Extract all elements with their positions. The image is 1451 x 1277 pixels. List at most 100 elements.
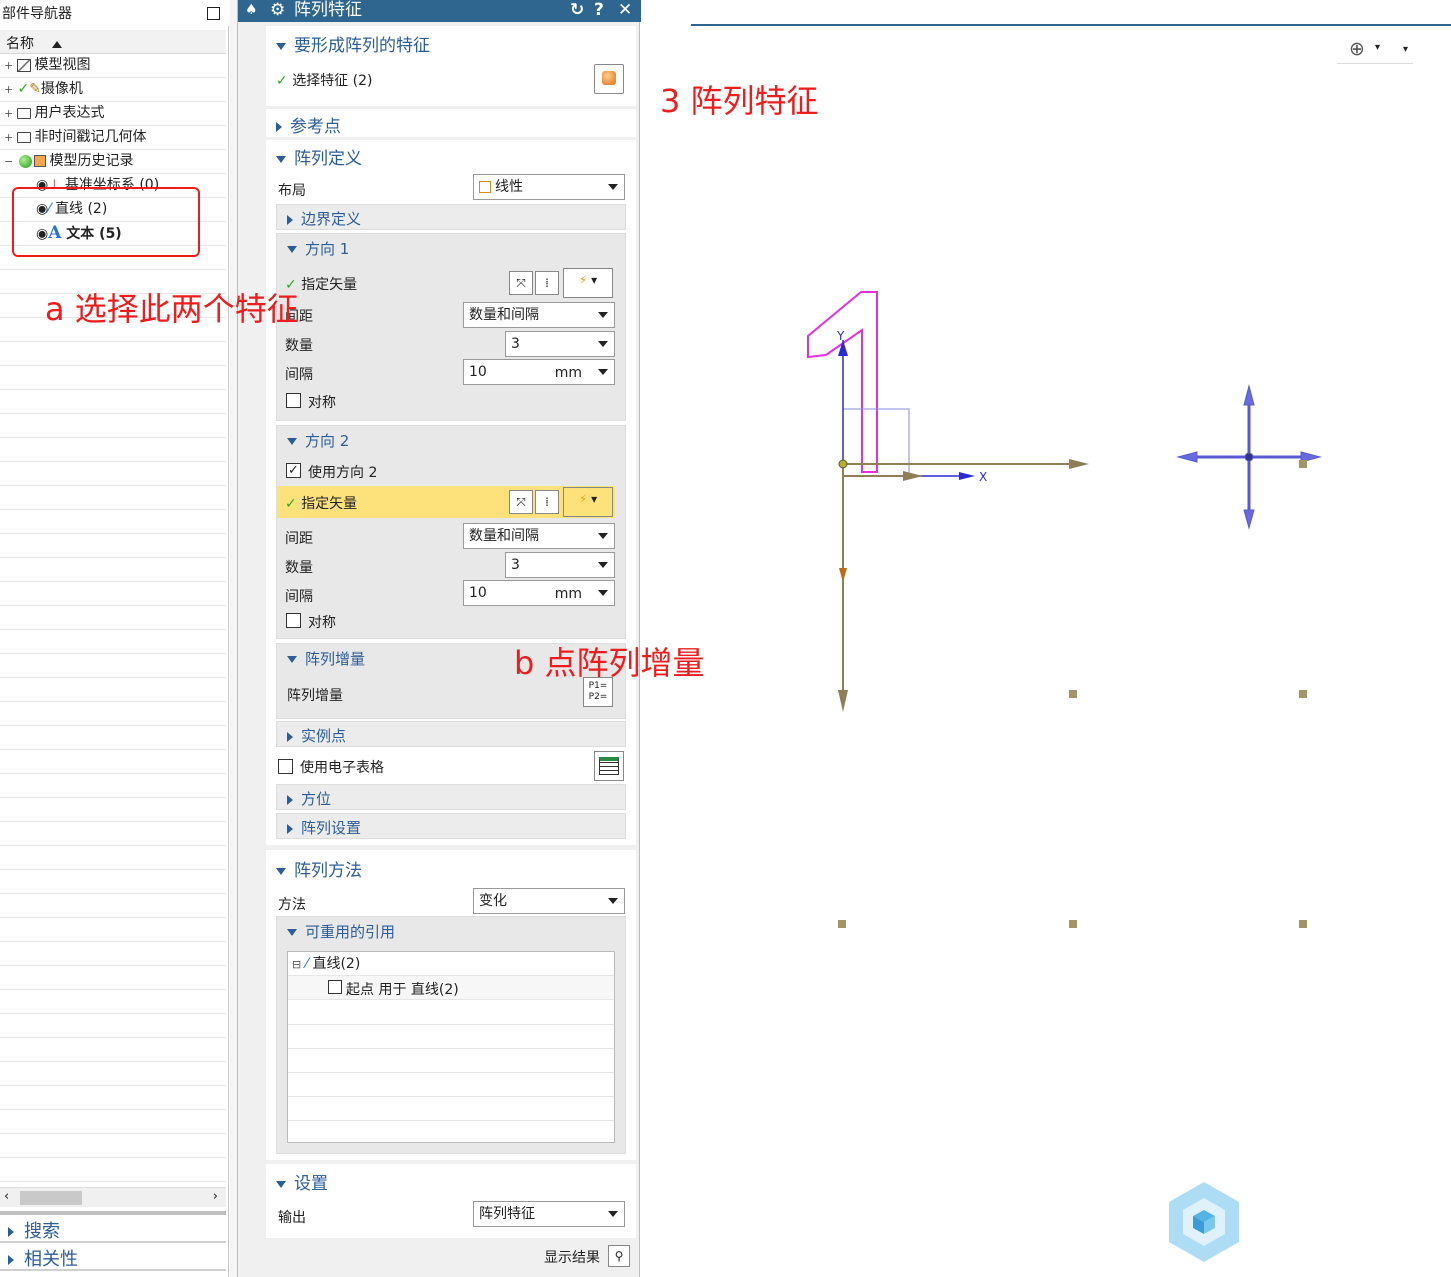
show-result-label[interactable]: 显示结果 — [544, 1247, 600, 1267]
section-toggle-method[interactable]: 阵列方法 — [276, 856, 362, 881]
empty-grid-row — [0, 1038, 226, 1062]
symmetric-checkbox[interactable] — [286, 393, 301, 408]
inferred-vector-icon[interactable]: ⚡ ▾ — [563, 268, 613, 298]
spacing-select[interactable]: 数量和间隔 — [463, 302, 615, 328]
maximize-button[interactable] — [207, 7, 220, 20]
move-handle — [1176, 384, 1322, 530]
direction-2-arrow — [838, 690, 848, 712]
select-features-row[interactable]: ✓ 选择特征 (2) — [276, 70, 372, 90]
use-spreadsheet-label: 使用电子表格 — [300, 760, 384, 776]
subsection-boundary[interactable]: 边界定义 — [276, 204, 626, 230]
expand-icon[interactable]: + — [4, 84, 13, 95]
count-input[interactable]: 3 — [505, 331, 615, 357]
pitch-input[interactable]: 10 mm — [463, 580, 615, 606]
csys-y-label: Y — [836, 329, 845, 343]
folder-icon — [17, 107, 32, 119]
empty-grid-row — [0, 534, 226, 558]
count-label: 数量 — [285, 560, 313, 576]
section-reference-point[interactable]: 参考点 — [266, 109, 636, 137]
scroll-left-icon[interactable]: ‹ — [4, 1189, 9, 1204]
symmetric-label: 对称 — [308, 615, 336, 631]
tree-item-user-expressions[interactable]: + 用户表达式 — [0, 102, 226, 126]
subsection-pattern-settings[interactable]: 阵列设置 — [276, 813, 626, 839]
layout-label: 布局 — [278, 183, 306, 199]
tree-item-unused-geometry[interactable]: + 非时间戳记几何体 — [0, 126, 226, 150]
empty-grid-row — [0, 966, 226, 990]
expand-icon[interactable]: + — [4, 60, 13, 71]
section-dependencies[interactable]: 相关性 — [0, 1245, 226, 1271]
reset-icon[interactable]: ↻ — [570, 0, 584, 21]
empty-grid-row — [0, 1014, 226, 1038]
direction-1-arrow — [1069, 459, 1089, 469]
empty-grid-row — [0, 1134, 226, 1158]
section-pattern-definition: 阵列定义 布局 线性 边界定义 方向 1 ✓ 指定矢量 ⤧ ⁞ ⚡ ▾ 间距 数… — [266, 140, 636, 845]
empty-grid-row — [0, 822, 226, 846]
pitch-input[interactable]: 10 mm — [463, 359, 615, 385]
empty-grid-row — [0, 726, 226, 750]
subsection-instance-points[interactable]: 实例点 — [276, 721, 626, 747]
close-icon[interactable]: ✕ — [618, 0, 632, 21]
empty-grid-row — [0, 846, 226, 870]
scroll-thumb[interactable] — [20, 1191, 82, 1205]
magnifier-icon[interactable]: ⚲ — [608, 1245, 630, 1267]
tree-item-line-ref[interactable]: ⊟ ⁄ 直线(2) — [288, 952, 614, 976]
instance-markers — [838, 460, 1307, 928]
gear-icon[interactable]: ⚙ — [270, 0, 285, 21]
reverse-direction-icon[interactable]: ⤧ — [509, 271, 533, 295]
layout-select[interactable]: 线性 — [473, 174, 625, 200]
collapse-icon[interactable]: − — [4, 156, 13, 167]
empty-grid-row — [0, 582, 226, 606]
method-select[interactable]: 变化 — [473, 888, 625, 914]
empty-grid-row — [0, 774, 226, 798]
horizontal-scrollbar[interactable]: ‹ › — [0, 1187, 226, 1207]
subsection-orientation[interactable]: 方位 — [276, 784, 626, 810]
toggle-increment[interactable]: 阵列增量 — [287, 648, 365, 669]
model-views-icon — [17, 58, 32, 72]
empty-grid-row — [0, 678, 226, 702]
scroll-right-icon[interactable]: › — [213, 1189, 218, 1204]
section-search[interactable]: 搜索 — [0, 1217, 226, 1243]
empty-grid-row — [0, 942, 226, 966]
empty-grid-row — [0, 390, 226, 414]
symmetric-checkbox[interactable] — [286, 613, 301, 628]
empty-grid-row — [0, 438, 226, 462]
tree-item-cameras[interactable]: + ✓✎摄像机 — [0, 78, 226, 102]
column-header-name[interactable]: 名称 — [0, 30, 226, 54]
section-toggle-settings[interactable]: 设置 — [276, 1169, 328, 1194]
expand-icon[interactable]: + — [4, 132, 13, 143]
tree-item-model-history[interactable]: − 模型历史记录 — [0, 150, 226, 174]
count-input[interactable]: 3 — [505, 552, 615, 578]
start-point-checkbox[interactable] — [328, 980, 342, 994]
empty-grid-row — [0, 558, 226, 582]
toggle-direction-2[interactable]: 方向 2 — [287, 430, 349, 451]
empty-grid-row — [0, 414, 226, 438]
expand-icon[interactable]: + — [4, 108, 13, 119]
inferred-vector-icon[interactable]: ⚡ ▾ — [563, 487, 613, 517]
empty-grid-row — [0, 1062, 226, 1086]
section-toggle-features[interactable]: 要形成阵列的特征 — [276, 31, 430, 56]
empty-grid-row — [0, 1086, 226, 1110]
output-select[interactable]: 阵列特征 — [473, 1201, 625, 1227]
toggle-reusable[interactable]: 可重用的引用 — [287, 921, 395, 942]
tree-item-model-views[interactable]: + 模型视图 — [0, 54, 226, 78]
vector-dialog-icon[interactable]: ⁞ — [535, 490, 559, 514]
toggle-direction-1[interactable]: 方向 1 — [287, 238, 349, 259]
output-label: 输出 — [278, 1210, 306, 1226]
collapse-icon[interactable]: ⊟ — [292, 958, 301, 971]
tree-item-start-point[interactable]: 起点 用于 直线(2) — [288, 976, 614, 1000]
use-spreadsheet-checkbox[interactable] — [278, 759, 293, 774]
symmetric-label: 对称 — [308, 395, 336, 411]
select-feature-icon[interactable] — [594, 64, 624, 94]
spacing-select[interactable]: 数量和间隔 — [463, 523, 615, 549]
vector-dialog-icon[interactable]: ⁞ — [535, 271, 559, 295]
graphics-viewport[interactable]: ⊕ ▾ ▾ Y X — [641, 0, 1451, 1277]
section-settings: 设置 输出 阵列特征 — [266, 1164, 636, 1238]
use-direction-2-checkbox[interactable]: ✓ — [286, 463, 301, 478]
reverse-direction-icon[interactable]: ⤧ — [509, 490, 533, 514]
specify-vector-row[interactable]: ✓ 指定矢量 — [285, 493, 357, 513]
spreadsheet-icon[interactable] — [594, 751, 624, 781]
help-icon[interactable]: ? — [594, 0, 604, 21]
spacing-label: 间距 — [285, 531, 313, 547]
section-toggle-definition[interactable]: 阵列定义 — [276, 144, 362, 169]
empty-grid-row — [0, 246, 226, 270]
